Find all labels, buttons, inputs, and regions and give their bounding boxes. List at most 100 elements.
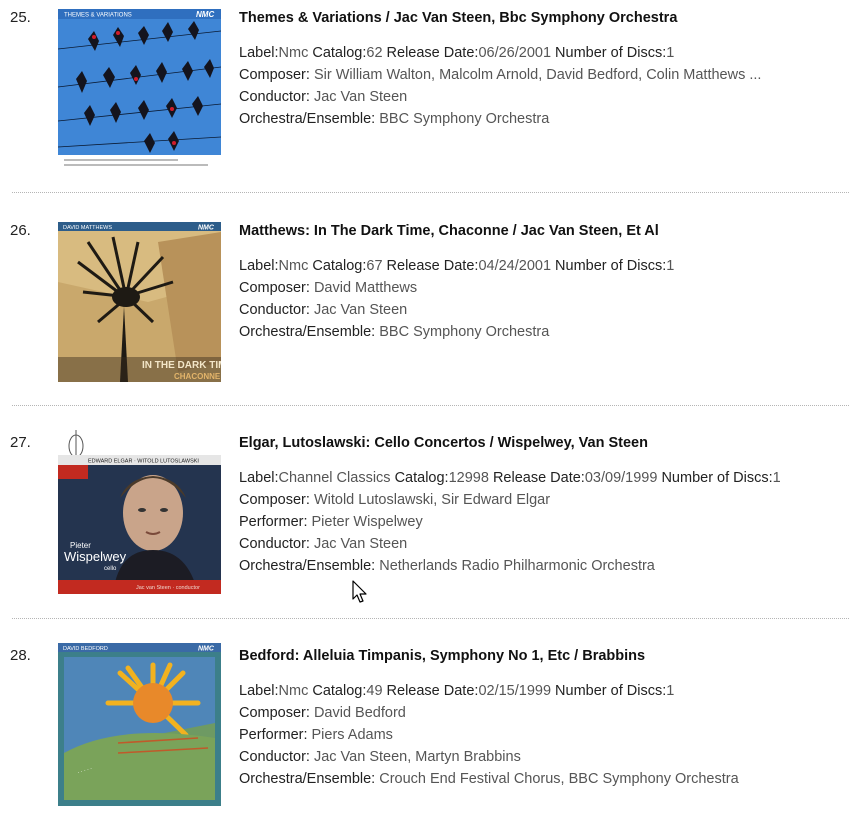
label-value: Nmc xyxy=(278,258,309,274)
catalog-value: 62 xyxy=(366,45,383,61)
catalog-field-label: Catalog: xyxy=(312,258,367,274)
performer-line: Performer: Piers Adams xyxy=(239,724,844,746)
result-number: 28. xyxy=(10,647,31,664)
conductor-line: Conductor: Jac Van Steen, Martyn Brabbin… xyxy=(239,746,844,768)
conductor-line: Conductor: Jac Van Steen xyxy=(239,86,844,108)
cover-subline-text: CHACONNE xyxy=(174,372,221,381)
composer-value[interactable]: Witold Lutoslawski, Sir Edward Elgar xyxy=(314,492,550,508)
result-number: 27. xyxy=(10,434,31,451)
composer-line: Composer: David Bedford xyxy=(239,702,844,724)
cover-instrument-text: cello xyxy=(104,566,117,572)
album-cover[interactable]: THEMES & VARIATIONS NMC xyxy=(58,9,221,172)
album-title-link[interactable]: Themes & Variations / Jac Van Steen, Bbc… xyxy=(239,9,844,27)
label-field-label: Label: xyxy=(239,258,279,274)
label-field-label: Label: xyxy=(239,470,279,486)
orchestra-line: Orchestra/Ensemble: BBC Symphony Orchest… xyxy=(239,108,844,130)
album-title-link[interactable]: Elgar, Lutoslawski: Cello Concertos / Wi… xyxy=(239,434,844,452)
result-divider xyxy=(12,405,849,406)
conductor-field-label: Conductor: xyxy=(239,536,314,552)
catalog-value: 67 xyxy=(366,258,383,274)
result-divider xyxy=(12,192,849,193)
composer-value[interactable]: Sir William Walton, Malcolm Arnold, Davi… xyxy=(314,67,762,83)
conductor-field-label: Conductor: xyxy=(239,302,314,318)
label-line: Label:Nmc Catalog:67 Release Date:04/24/… xyxy=(239,255,844,277)
composer-field-label: Composer: xyxy=(239,280,314,296)
orchestra-line: Orchestra/Ensemble: Crouch End Festival … xyxy=(239,768,844,790)
release-date-value: 03/09/1999 xyxy=(584,470,658,486)
discs-value: 1 xyxy=(772,470,781,486)
orchestra-field-label: Orchestra/Ensemble: xyxy=(239,111,380,127)
orchestra-value[interactable]: BBC Symphony Orchestra xyxy=(379,324,549,340)
conductor-line: Conductor: Jac Van Steen xyxy=(239,299,844,321)
cover-brand-text: NMC xyxy=(196,10,214,19)
conductor-value[interactable]: Jac Van Steen xyxy=(314,89,407,105)
label-value: Nmc xyxy=(278,683,309,699)
composer-line: Composer: Sir William Walton, Malcolm Ar… xyxy=(239,64,844,86)
cover-brand-text: NMC xyxy=(198,225,215,232)
cover-title-text: EDWARD ELGAR · WITOLD LUTOSLAWSKI xyxy=(88,459,199,465)
performer-value[interactable]: Piers Adams xyxy=(312,727,393,743)
cover-title-text: DAVID MATTHEWS xyxy=(63,225,112,231)
composer-line: Composer: Witold Lutoslawski, Sir Edward… xyxy=(239,489,844,511)
orchestra-field-label: Orchestra/Ensemble: xyxy=(239,324,380,340)
discs-value: 1 xyxy=(666,683,675,699)
cover-performer-lastname: Wispelwey xyxy=(64,549,127,564)
composer-value[interactable]: David Bedford xyxy=(314,705,406,721)
conductor-value[interactable]: Jac Van Steen xyxy=(314,536,407,552)
composer-line: Composer: David Matthews xyxy=(239,277,844,299)
orchestra-field-label: Orchestra/Ensemble: xyxy=(239,558,380,574)
album-cover[interactable]: DAVID BEDFORD NMC . . . . . xyxy=(58,643,221,806)
cover-title-text: THEMES & VARIATIONS xyxy=(64,13,132,19)
result-details: Elgar, Lutoslawski: Cello Concertos / Wi… xyxy=(239,434,844,577)
release-date-field-label: Release Date: xyxy=(492,470,585,486)
orchestra-line: Orchestra/Ensemble: BBC Symphony Orchest… xyxy=(239,321,844,343)
discs-field-label: Number of Discs: xyxy=(661,470,773,486)
label-value: Channel Classics xyxy=(278,470,391,486)
result-details: Bedford: Alleluia Timpanis, Symphony No … xyxy=(239,647,844,790)
album-cover[interactable]: EDWARD ELGAR · WITOLD LUTOSLAWSKI Pieter… xyxy=(58,428,221,594)
performer-value[interactable]: Pieter Wispelwey xyxy=(312,514,423,530)
conductor-line: Conductor: Jac Van Steen xyxy=(239,533,844,555)
conductor-value[interactable]: Jac Van Steen xyxy=(314,302,407,318)
label-value: Nmc xyxy=(278,45,309,61)
composer-field-label: Composer: xyxy=(239,67,314,83)
composer-field-label: Composer: xyxy=(239,705,314,721)
performer-line: Performer: Pieter Wispelwey xyxy=(239,511,844,533)
album-cover[interactable]: DAVID MATTHEWS NMC IN THE DARK TIME CHAC… xyxy=(58,222,221,382)
discs-field-label: Number of Discs: xyxy=(555,683,667,699)
label-field-label: Label: xyxy=(239,683,279,699)
release-date-value: 04/24/2001 xyxy=(478,258,552,274)
result-number: 25. xyxy=(10,9,31,26)
result-details: Matthews: In The Dark Time, Chaconne / J… xyxy=(239,222,844,343)
catalog-field-label: Catalog: xyxy=(312,683,367,699)
result-divider xyxy=(12,618,849,619)
conductor-field-label: Conductor: xyxy=(239,89,314,105)
cover-footer-text: Jac van Steen · conductor xyxy=(136,585,200,591)
orchestra-line: Orchestra/Ensemble: Netherlands Radio Ph… xyxy=(239,555,844,577)
release-date-field-label: Release Date: xyxy=(386,258,479,274)
discs-value: 1 xyxy=(666,258,675,274)
orchestra-value[interactable]: Netherlands Radio Philharmonic Orchestra xyxy=(379,558,655,574)
cover-brand-text: NMC xyxy=(198,646,215,653)
result-number: 26. xyxy=(10,222,31,239)
release-date-field-label: Release Date: xyxy=(386,45,479,61)
release-date-field-label: Release Date: xyxy=(386,683,479,699)
conductor-value[interactable]: Jac Van Steen, Martyn Brabbins xyxy=(314,749,521,765)
label-line: Label:Nmc Catalog:62 Release Date:06/26/… xyxy=(239,42,844,64)
label-line: Label:Channel Classics Catalog:12998 Rel… xyxy=(239,467,844,489)
orchestra-field-label: Orchestra/Ensemble: xyxy=(239,771,380,787)
album-title-link[interactable]: Bedford: Alleluia Timpanis, Symphony No … xyxy=(239,647,844,665)
release-date-value: 02/15/1999 xyxy=(478,683,552,699)
catalog-value: 12998 xyxy=(448,470,489,486)
cover-headline-text: IN THE DARK TIME xyxy=(142,360,221,371)
release-date-value: 06/26/2001 xyxy=(478,45,552,61)
orchestra-value[interactable]: Crouch End Festival Chorus, BBC Symphony… xyxy=(379,771,738,787)
composer-value[interactable]: David Matthews xyxy=(314,280,417,296)
performer-field-label: Performer: xyxy=(239,727,312,743)
performer-field-label: Performer: xyxy=(239,514,312,530)
label-line: Label:Nmc Catalog:49 Release Date:02/15/… xyxy=(239,680,844,702)
orchestra-value[interactable]: BBC Symphony Orchestra xyxy=(379,111,549,127)
album-title-link[interactable]: Matthews: In The Dark Time, Chaconne / J… xyxy=(239,222,844,240)
catalog-field-label: Catalog: xyxy=(394,470,449,486)
catalog-value: 49 xyxy=(366,683,383,699)
